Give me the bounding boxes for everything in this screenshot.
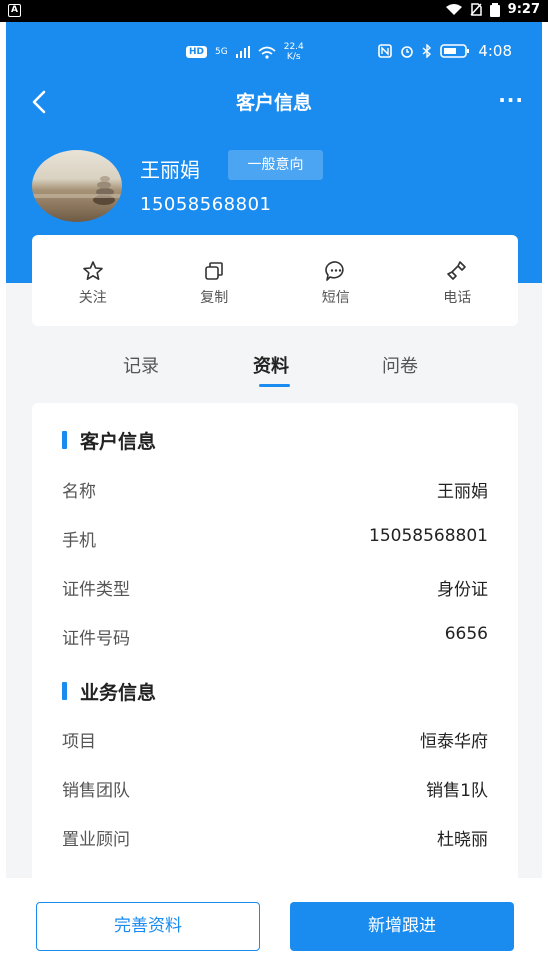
tab-bar: 记录 资料 问卷 (6, 340, 542, 392)
wifi-icon (258, 46, 276, 59)
row-value: 王丽娟 (437, 482, 488, 502)
bluetooth-icon (422, 44, 432, 58)
message-icon (324, 261, 344, 281)
info-row-id-type: 证件类型 身份证 (62, 575, 488, 605)
app-badge-icon: A (8, 4, 21, 17)
add-follow-up-button[interactable]: 新增跟进 (290, 902, 514, 951)
hd-badge: HD (186, 46, 208, 58)
right-edge (542, 22, 548, 975)
nav-bar: 客户信息 ··· (6, 82, 542, 122)
customer-name: 王丽娟 (140, 158, 200, 182)
tab-questionnaire[interactable]: 问卷 (382, 352, 418, 378)
more-icon[interactable]: ··· (498, 88, 524, 112)
page-title: 客户信息 (235, 92, 312, 114)
phone-status-bar: HD 5G 22.4 K/s 4:08 (6, 42, 542, 68)
row-label: 证件号码 (62, 629, 130, 649)
row-label: 名称 (62, 482, 96, 502)
row-value: 15058568801 (369, 526, 488, 546)
system-time: 9:27 (507, 2, 540, 17)
bottom-action-bar: 完善资料 新增跟进 (6, 878, 542, 975)
signal-icon (235, 46, 250, 58)
row-label: 销售团队 (62, 781, 130, 801)
wifi-icon (445, 3, 462, 15)
battery-icon (440, 44, 470, 58)
copy-label: 复制 (200, 290, 229, 306)
complete-profile-button[interactable]: 完善资料 (36, 902, 260, 951)
alarm-icon (401, 46, 414, 58)
star-icon (82, 261, 103, 280)
info-row-sales-team: 销售团队 销售1队 (62, 776, 488, 806)
copy-icon (205, 262, 224, 280)
intent-tag: 一般意向 (228, 150, 323, 180)
tab-profile[interactable]: 资料 (253, 352, 289, 378)
sms-button[interactable]: 短信 (275, 235, 397, 326)
tab-active-indicator (259, 384, 290, 387)
avatar[interactable] (32, 150, 122, 222)
follow-label: 关注 (78, 290, 107, 306)
phone-icon (447, 261, 467, 280)
info-row-mobile: 手机 15058568801 (62, 526, 488, 556)
sms-label: 短信 (321, 290, 350, 306)
info-row-consultant: 置业顾问 杜晓丽 (62, 825, 488, 855)
app-screen: HD 5G 22.4 K/s 4:08 客户信息 ··· 王丽娟 一般意向 15… (6, 22, 542, 975)
call-button[interactable]: 电话 (397, 235, 519, 326)
row-value: 6656 (444, 624, 488, 644)
network-type: 5G (215, 47, 228, 57)
info-row-project: 项目 恒泰华府 (62, 727, 488, 757)
phone-time: 4:08 (478, 42, 512, 60)
copy-button[interactable]: 复制 (154, 235, 276, 326)
row-label: 置业顾问 (62, 830, 130, 850)
no-sim-icon (470, 3, 482, 16)
row-value: 身份证 (437, 580, 488, 600)
row-value: 销售1队 (426, 781, 488, 801)
battery-icon (489, 2, 500, 17)
nfc-icon (378, 44, 393, 58)
system-status-bar: A 9:27 (0, 0, 548, 22)
info-row-id-number: 证件号码 6656 (62, 624, 488, 654)
action-card: 关注 复制 短信 电话 (32, 235, 518, 326)
row-label: 证件类型 (62, 580, 130, 600)
row-label: 项目 (62, 732, 96, 752)
follow-button[interactable]: 关注 (32, 235, 154, 326)
customer-info-heading: 客户信息 (62, 427, 156, 454)
customer-phone: 15058568801 (140, 194, 272, 215)
row-value: 杜晓丽 (437, 830, 488, 850)
net-speed: 22.4 K/s (283, 42, 304, 62)
avatar-stones-image (32, 176, 122, 205)
row-value: 恒泰华府 (420, 732, 488, 752)
row-label: 手机 (62, 531, 96, 551)
business-info-heading: 业务信息 (62, 678, 156, 705)
info-row-name: 名称 王丽娟 (62, 477, 488, 507)
call-label: 电话 (443, 290, 472, 306)
tab-records[interactable]: 记录 (123, 352, 159, 378)
